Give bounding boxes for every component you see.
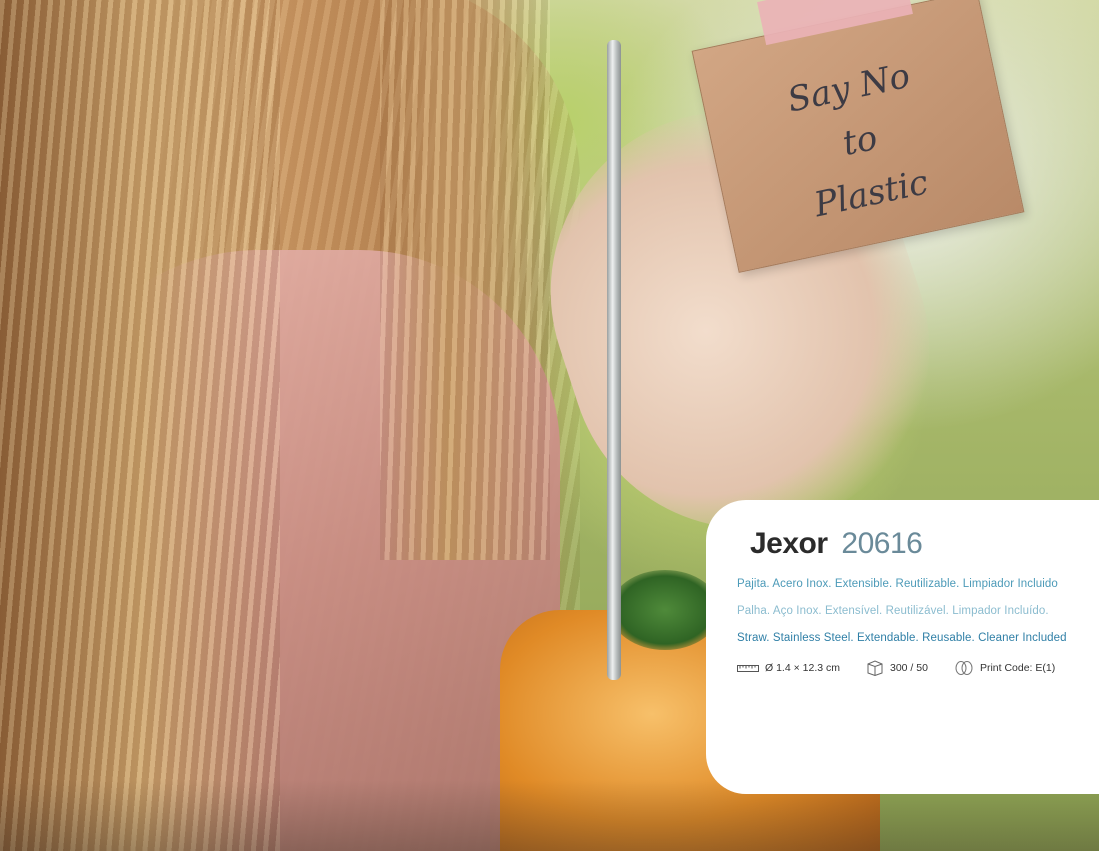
description-spanish: Pajita. Acero Inox. Extensible. Reutiliz… bbox=[737, 578, 1058, 590]
product-card: Jexor 20616 Pajita. Acero Inox. Extensib… bbox=[706, 500, 1099, 794]
ruler-icon bbox=[737, 664, 759, 672]
product-code: 20616 bbox=[841, 527, 923, 560]
spec-dimensions: Ø 1.4 × 12.3 cm bbox=[737, 662, 840, 674]
product-name: Jexor bbox=[750, 527, 828, 560]
spec-row: Ø 1.4 × 12.3 cm 300 / 50 Print Code: E(1… bbox=[737, 660, 1081, 676]
description-portuguese: Palha. Aço Inox. Extensível. Reutilizáve… bbox=[737, 605, 1049, 617]
print-icon bbox=[955, 661, 973, 675]
box-icon bbox=[867, 660, 883, 676]
dimensions-value: Ø 1.4 × 12.3 cm bbox=[765, 662, 840, 674]
packing-value: 300 / 50 bbox=[890, 662, 928, 674]
spec-print-code: Print Code: E(1) bbox=[954, 660, 1055, 676]
hair-front bbox=[0, 0, 280, 851]
print-code-value: Print Code: E(1) bbox=[979, 662, 1056, 674]
product-title: Jexor 20616 bbox=[750, 527, 923, 561]
spec-packing: 300 / 50 bbox=[866, 660, 928, 676]
steel-straw bbox=[607, 40, 621, 680]
mint-leaves bbox=[610, 570, 720, 650]
description-english: Straw. Stainless Steel. Extendable. Reus… bbox=[737, 632, 1067, 644]
hair-strand bbox=[380, 0, 550, 560]
